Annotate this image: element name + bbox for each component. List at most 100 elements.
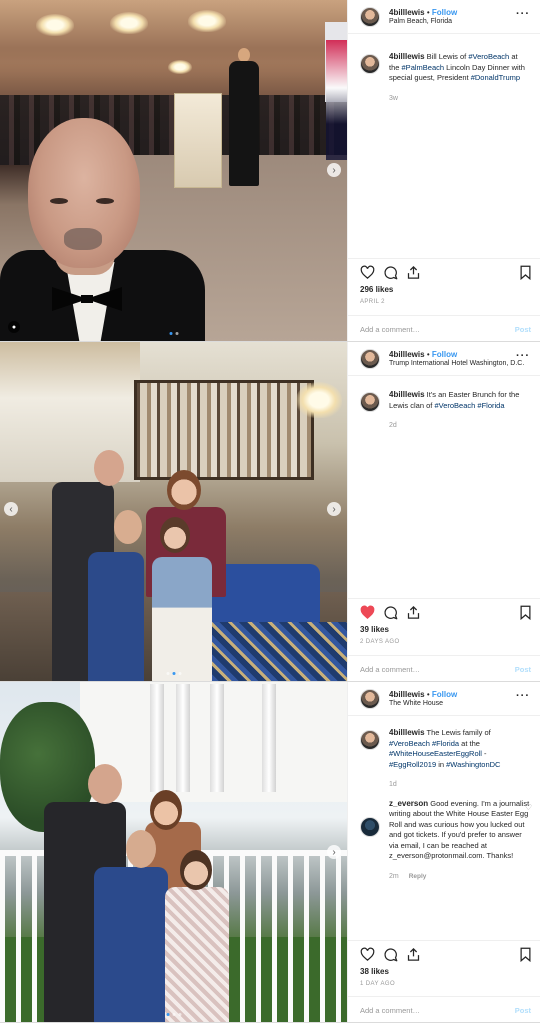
carousel-dots xyxy=(169,332,178,335)
caption-time: 2d xyxy=(389,422,397,429)
heart-icon[interactable] xyxy=(359,946,375,962)
author-handle[interactable]: 4billlewis xyxy=(389,8,425,17)
boy-figure xyxy=(94,867,168,1022)
caption-segment: Bill Lewis of xyxy=(426,52,469,61)
post-sidebar: 4billlewis • Follow Palm Beach, Florida … xyxy=(347,0,540,341)
comment-heart-icon[interactable]: ♡ xyxy=(525,803,532,814)
post-photo[interactable]: › ‹ xyxy=(0,342,347,681)
caption: 4billlewis Bill Lewis of #VeroBeach at t… xyxy=(348,52,540,104)
avatar[interactable] xyxy=(360,7,380,27)
post-sidebar: 4billlewis • Follow The White House ··· … xyxy=(347,682,540,1022)
share-icon[interactable] xyxy=(405,946,421,962)
author-handle[interactable]: 4billlewis xyxy=(389,350,425,359)
more-options-icon[interactable]: ··· xyxy=(516,350,530,362)
avatar[interactable] xyxy=(360,689,380,709)
selfie-figure xyxy=(0,110,205,341)
caption-segment: in xyxy=(436,759,447,769)
follow-button[interactable]: Follow xyxy=(432,350,457,359)
next-image-arrow-icon[interactable]: › xyxy=(327,163,341,177)
hashtag-link[interactable]: #Florida xyxy=(432,739,459,748)
share-icon[interactable] xyxy=(405,264,421,280)
caption-time: 3w xyxy=(389,94,398,102)
follow-button[interactable]: Follow xyxy=(432,690,457,699)
comment-bubble-icon[interactable] xyxy=(382,264,398,280)
post-actions: 296 likes APRIL 2 xyxy=(348,258,540,305)
boy-figure xyxy=(88,552,144,681)
comment-bubble-icon[interactable] xyxy=(382,604,398,620)
previous-image-arrow-icon[interactable]: ‹ xyxy=(4,502,18,516)
add-comment-bar: Add a comment… Post xyxy=(348,996,540,1022)
hashtag-link[interactable]: #VeroBeach xyxy=(468,52,509,61)
comment-time: 2m xyxy=(389,872,399,880)
bookmark-icon[interactable] xyxy=(517,604,533,620)
caption-segment: - xyxy=(481,749,487,758)
avatar[interactable] xyxy=(360,816,380,837)
next-image-arrow-icon[interactable]: › xyxy=(327,502,341,516)
post-date: 1 DAY AGO xyxy=(360,981,396,987)
comment-author[interactable]: z_everson xyxy=(389,799,428,808)
hashtag-link[interactable]: #EggRoll2019 xyxy=(389,760,436,769)
post-comment-button[interactable]: Post xyxy=(515,325,531,334)
post-comment-button[interactable]: Post xyxy=(515,1006,531,1015)
bookmark-icon[interactable] xyxy=(517,946,533,962)
hashtag-link[interactable]: #Florida xyxy=(477,401,504,410)
caption-author[interactable]: 4billlewis xyxy=(389,52,425,61)
heart-icon[interactable] xyxy=(359,604,375,620)
location-link[interactable]: Palm Beach, Florida xyxy=(389,18,452,25)
post-header: 4billlewis • Follow Trump International … xyxy=(348,342,540,376)
avatar[interactable] xyxy=(360,349,380,369)
hashtag-link[interactable]: #WashingtonDC xyxy=(446,760,500,769)
reply-comment: z_everson Good evening. I'm a journalist… xyxy=(348,799,540,883)
post-photo[interactable]: › ● xyxy=(0,0,347,341)
post-actions: 38 likes 1 DAY AGO xyxy=(348,940,540,987)
like-count[interactable]: 39 likes xyxy=(360,625,389,634)
avatar[interactable] xyxy=(360,54,380,74)
post-date: 2 DAYS AGO xyxy=(360,639,400,645)
hashtag-link[interactable]: #VeroBeach xyxy=(434,401,475,410)
post-2: › ‹ 4billlewis • Follow Trump Internatio… xyxy=(0,342,540,682)
avatar[interactable] xyxy=(360,392,380,412)
author-handle[interactable]: 4billlewis xyxy=(389,690,425,699)
caption-author[interactable]: 4billlewis xyxy=(389,390,425,399)
caption-time: 1d xyxy=(389,781,397,788)
caption-segment: at the xyxy=(459,738,480,748)
post-sidebar: 4billlewis • Follow Trump International … xyxy=(347,342,540,681)
user-tag-icon[interactable]: ● xyxy=(8,321,20,333)
post-date: APRIL 2 xyxy=(360,299,385,305)
bookmark-icon[interactable] xyxy=(517,264,533,280)
post-3: › 4billlewis • Follow The White House ··… xyxy=(0,682,540,1023)
comment-input[interactable]: Add a comment… xyxy=(360,325,420,334)
caption-segment: The Lewis family of xyxy=(426,728,491,737)
hashtag-link[interactable]: #PalmBeach xyxy=(402,63,445,72)
caption: 4billlewis The Lewis family of #VeroBeac… xyxy=(348,728,540,791)
more-options-icon[interactable]: ··· xyxy=(516,8,530,20)
post-photo[interactable]: › xyxy=(0,682,347,1022)
follow-button[interactable]: Follow xyxy=(432,8,457,17)
more-options-icon[interactable]: ··· xyxy=(516,690,530,702)
post-header: 4billlewis • Follow The White House ··· xyxy=(348,682,540,716)
next-image-arrow-icon[interactable]: › xyxy=(327,845,341,859)
post-actions: 39 likes 2 DAYS AGO xyxy=(348,598,540,645)
carousel-dots xyxy=(166,672,181,675)
post-header: 4billlewis • Follow Palm Beach, Florida … xyxy=(348,0,540,34)
heart-icon[interactable] xyxy=(359,264,375,280)
comment-input[interactable]: Add a comment… xyxy=(360,1006,420,1015)
girl-figure xyxy=(165,887,229,1022)
like-count[interactable]: 296 likes xyxy=(360,285,393,294)
share-icon[interactable] xyxy=(405,604,421,620)
caption-author[interactable]: 4billlewis xyxy=(389,728,425,737)
comment-bubble-icon[interactable] xyxy=(382,946,398,962)
hashtag-link[interactable]: #VeroBeach xyxy=(389,739,430,748)
location-link[interactable]: Trump International Hotel Washington, D.… xyxy=(389,360,524,367)
carousel-dots xyxy=(166,1013,181,1016)
post-comment-button[interactable]: Post xyxy=(515,665,531,674)
reply-button[interactable]: Reply xyxy=(409,873,427,880)
location-link[interactable]: The White House xyxy=(389,700,443,707)
add-comment-bar: Add a comment… Post xyxy=(348,655,540,681)
caption: 4billlewis It's an Easter Brunch for the… xyxy=(348,390,540,432)
comment-input[interactable]: Add a comment… xyxy=(360,665,420,674)
avatar[interactable] xyxy=(360,730,380,750)
hashtag-link[interactable]: #WhiteHouseEasterEggRoll xyxy=(389,749,482,758)
like-count[interactable]: 38 likes xyxy=(360,967,389,976)
hashtag-link[interactable]: #DonaldTrump xyxy=(471,73,520,82)
